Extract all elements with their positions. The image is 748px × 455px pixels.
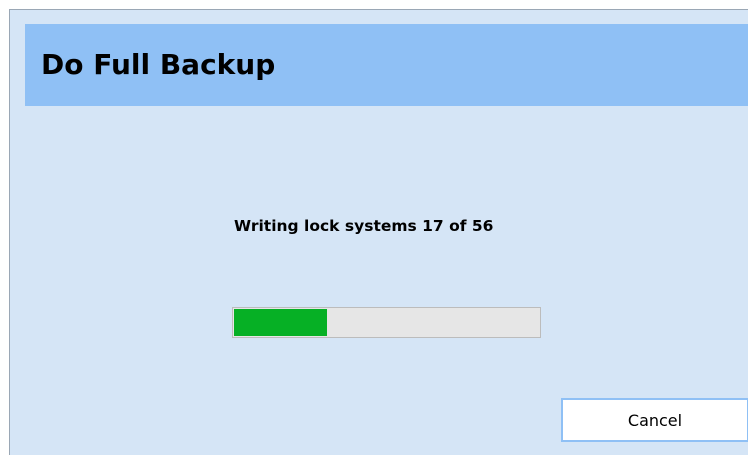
progress-status-text: Writing lock systems 17 of 56 xyxy=(234,217,494,235)
dialog-header: Do Full Backup xyxy=(25,24,748,106)
progress-bar xyxy=(232,307,541,338)
cancel-button[interactable]: Cancel xyxy=(561,398,748,442)
backup-dialog: Do Full Backup Writing lock systems 17 o… xyxy=(9,9,748,455)
progress-bar-fill xyxy=(234,309,327,336)
dialog-title: Do Full Backup xyxy=(41,48,276,81)
